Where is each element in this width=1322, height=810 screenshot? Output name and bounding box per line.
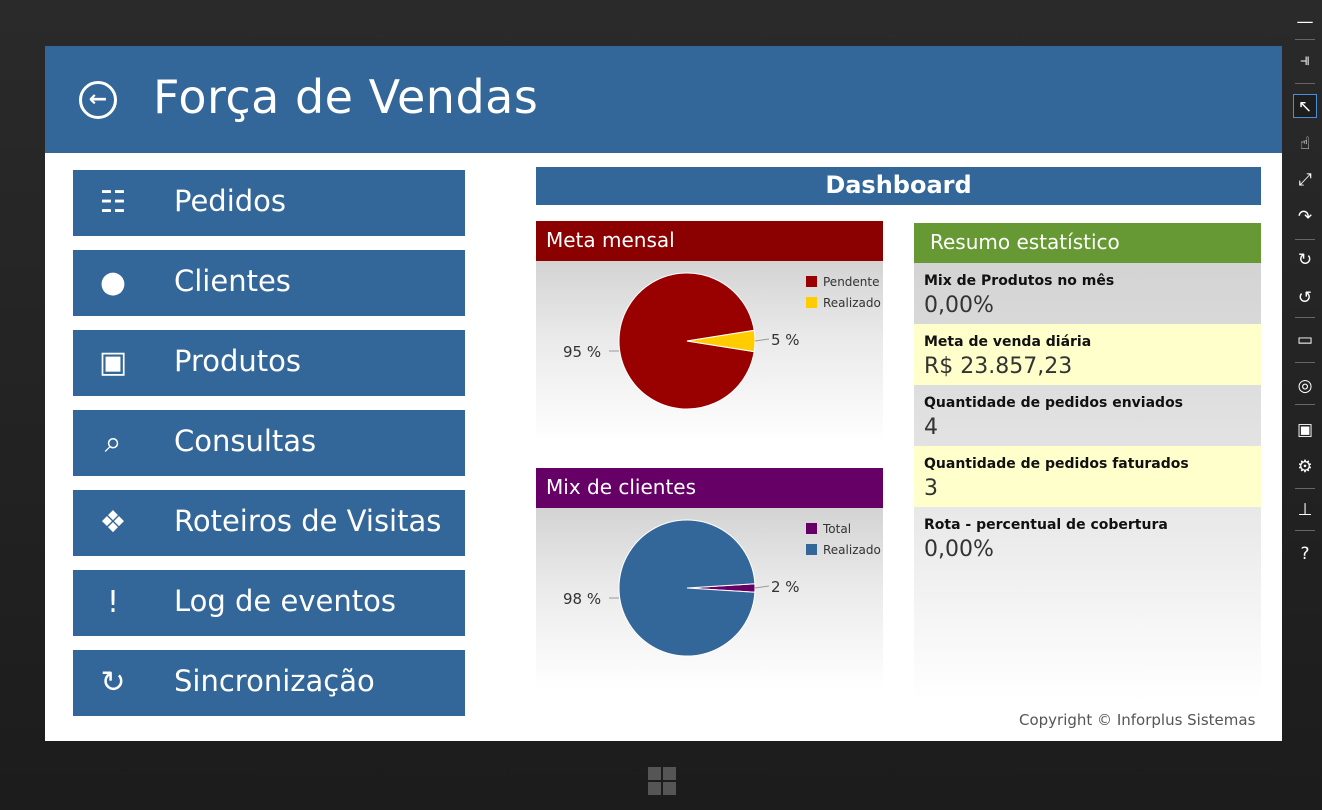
app-screen: ← Força de Vendas ☷ Pedidos ● Clientes ▣… [45, 46, 1282, 741]
toolbar-separator [1295, 239, 1315, 240]
toolbar-separator [1295, 530, 1315, 531]
toolbar-separator [1295, 317, 1315, 318]
menu-item-label: Sincronização [174, 664, 375, 698]
meta-mensal-title: Meta mensal [536, 221, 883, 261]
windows-logo-icon [648, 767, 661, 780]
stat-label: Quantidade de pedidos faturados [924, 456, 1189, 472]
stat-value: 4 [924, 415, 938, 440]
main-menu: ☷ Pedidos ● Clientes ▣ Produtos ⌕ Consul… [73, 170, 465, 730]
menu-item-pedidos[interactable]: ☷ Pedidos [73, 170, 465, 236]
mix-clientes-title: Mix de clientes [536, 468, 883, 508]
rotate-touch-icon[interactable]: ↷ [1293, 205, 1317, 229]
legend-label: Pendente [823, 275, 880, 289]
legend-label: Realizado [823, 296, 881, 310]
windows-button[interactable] [648, 767, 678, 797]
network-icon[interactable]: ⊥ [1293, 498, 1317, 522]
menu-item-label: Log de eventos [174, 584, 396, 618]
camera-icon[interactable]: ▣ [1293, 418, 1317, 442]
legend-swatch [806, 544, 817, 555]
side-toolbar: — ⫣ ↖ ☝ ⤢ ↷ ↻ ↺ ▭ ◎ ▣ ⚙ ⊥? [1287, 0, 1322, 810]
label-leader [754, 338, 770, 342]
legend-label: Total [822, 522, 851, 536]
stat-value: R$ 23.857,23 [924, 354, 1073, 379]
sync-icon: ↻ [100, 665, 126, 700]
stat-label: Rota - percentual de cobertura [924, 517, 1168, 533]
pinch-icon[interactable]: ⤢ [1293, 168, 1317, 192]
stat-pedidos-enviados: Quantidade de pedidos enviados 4 [914, 385, 1261, 446]
stats-title: Resumo estatístico [914, 223, 1261, 263]
menu-item-label: Consultas [174, 424, 317, 458]
magnifier-icon: ⌕ [104, 425, 122, 460]
stat-label: Quantidade de pedidos enviados [924, 395, 1184, 411]
toolbar-separator [1295, 83, 1315, 84]
arrow-left-icon: ← [88, 87, 108, 112]
menu-item-label: Produtos [174, 344, 302, 378]
windows-logo-pane [663, 782, 676, 795]
stat-pedidos-faturados: Quantidade de pedidos faturados 3 [914, 446, 1261, 507]
menu-item-label: Pedidos [174, 184, 287, 218]
toolbar-separator [1295, 488, 1315, 489]
legend-swatch [806, 297, 817, 308]
app-header: ← Força de Vendas [45, 46, 1282, 153]
page-title: Força de Vendas [153, 70, 539, 124]
legend-swatch [806, 523, 817, 534]
meta-mensal-chart: 5 % 95 % Pendente Realizado [563, 272, 881, 410]
stat-rota-cobertura: Rota - percentual de cobertura 0,00% [914, 507, 1261, 568]
menu-item-consultas[interactable]: ⌕ Consultas [73, 410, 465, 476]
menu-item-label: Clientes [174, 264, 291, 298]
exclamation-icon: ! [106, 585, 120, 620]
pointer-icon[interactable]: ↖ [1293, 94, 1317, 118]
meta-mensal-panel: Meta mensal 5 % 95 % Pendente Realizado [536, 221, 883, 443]
menu-item-sincronizacao[interactable]: ↻ Sincronização [73, 650, 465, 716]
legend-label: Realizado [823, 543, 881, 557]
settings-icon[interactable]: ⚙ [1293, 455, 1317, 479]
mix-clientes-chart: 2 % 98 % Total Realizado [563, 519, 881, 657]
label-leader [754, 585, 770, 589]
monitor-icon[interactable]: ▭ [1293, 328, 1317, 352]
data-label: 2 % [771, 578, 800, 596]
pin-icon[interactable]: ⫣ [1293, 48, 1317, 72]
globe-icon[interactable]: ◎ [1293, 374, 1317, 398]
box-icon: ▣ [98, 345, 128, 380]
stat-label: Mix de Produtos no mês [924, 273, 1115, 289]
copyright-text: Copyright © Inforplus Sistemas [1019, 711, 1256, 729]
rotate-ccw-icon[interactable]: ↺ [1293, 286, 1317, 310]
mix-clientes-panel: Mix de clientes 2 % 98 % Total Realizado [536, 468, 883, 690]
stat-value: 0,00% [924, 293, 994, 318]
rotate-cw-icon[interactable]: ↻ [1293, 248, 1317, 272]
toolbar-separator [1295, 362, 1315, 363]
stat-value: 3 [924, 476, 938, 501]
windows-logo-pane [663, 767, 676, 780]
back-button[interactable]: ← [79, 81, 117, 119]
stat-value: 0,00% [924, 537, 994, 562]
documents-icon: ☷ [99, 185, 127, 220]
toolbar-separator [1295, 39, 1315, 40]
stat-meta-diaria: Meta de venda diária R$ 23.857,23 [914, 324, 1261, 385]
puzzle-icon: ❖ [99, 505, 127, 540]
windows-logo-pane [648, 782, 661, 795]
minimize-icon[interactable]: — [1293, 10, 1317, 34]
legend-swatch [806, 276, 817, 287]
toolbar-separator [1295, 404, 1315, 405]
data-label: 95 % [563, 343, 601, 361]
data-label: 5 % [771, 331, 800, 349]
menu-item-produtos[interactable]: ▣ Produtos [73, 330, 465, 396]
stat-mix-produtos: Mix de Produtos no mês 0,00% [914, 263, 1261, 324]
help-icon[interactable]: ? [1293, 542, 1317, 566]
data-label: 98 % [563, 590, 601, 608]
menu-item-label: Roteiros de Visitas [174, 504, 442, 538]
menu-item-roteiros[interactable]: ❖ Roteiros de Visitas [73, 490, 465, 556]
user-icon: ● [99, 265, 127, 300]
menu-item-log[interactable]: ! Log de eventos [73, 570, 465, 636]
touch-icon[interactable]: ☝ [1293, 132, 1317, 156]
stats-panel: Resumo estatístico Mix de Produtos no mê… [914, 223, 1261, 701]
dashboard-title: Dashboard [536, 167, 1261, 205]
menu-item-clientes[interactable]: ● Clientes [73, 250, 465, 316]
stat-label: Meta de venda diária [924, 334, 1092, 350]
